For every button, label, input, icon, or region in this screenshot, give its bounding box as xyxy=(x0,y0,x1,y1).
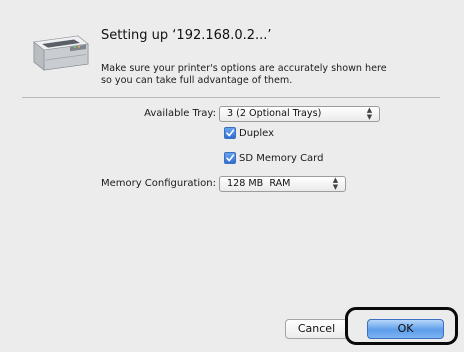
description-line-1: Make sure your printer's options are acc… xyxy=(101,63,387,74)
ok-button-highlight xyxy=(345,307,458,345)
duplex-checkbox[interactable] xyxy=(224,127,236,139)
duplex-label: Duplex xyxy=(239,127,275,139)
dialog-description: Make sure your printer's options are acc… xyxy=(101,63,387,87)
updown-arrows-icon: ▲ ▼ xyxy=(332,176,339,191)
sd-memory-card-label: SD Memory Card xyxy=(239,152,324,164)
memory-configuration-value: 128 MB RAM xyxy=(227,178,291,189)
available-tray-popup[interactable]: 3 (2 Optional Trays) ▲ ▼ xyxy=(219,106,380,122)
dialog-title: Setting up ‘192.168.0.2...’ xyxy=(101,28,272,43)
updown-arrows-icon: ▲ ▼ xyxy=(366,106,373,121)
printer-icon xyxy=(30,24,90,72)
dialog-header: Setting up ‘192.168.0.2...’ Make sure yo… xyxy=(0,0,464,96)
duplex-option[interactable]: Duplex xyxy=(224,127,274,139)
sd-memory-card-option[interactable]: SD Memory Card xyxy=(224,152,323,164)
checkmark-icon xyxy=(226,129,235,137)
sd-memory-card-checkbox[interactable] xyxy=(224,152,236,164)
printer-setup-dialog: Setting up ‘192.168.0.2...’ Make sure yo… xyxy=(0,0,464,352)
memory-configuration-label: Memory Configuration: xyxy=(100,178,216,189)
description-line-2: so you can take full advantage of them. xyxy=(101,75,293,86)
cancel-button[interactable]: Cancel xyxy=(285,319,348,339)
available-tray-value: 3 (2 Optional Trays) xyxy=(227,108,322,119)
checkmark-icon xyxy=(226,154,235,162)
header-divider xyxy=(22,97,440,98)
available-tray-label: Available Tray: xyxy=(144,108,216,119)
memory-configuration-popup[interactable]: 128 MB RAM ▲ ▼ xyxy=(219,176,346,192)
